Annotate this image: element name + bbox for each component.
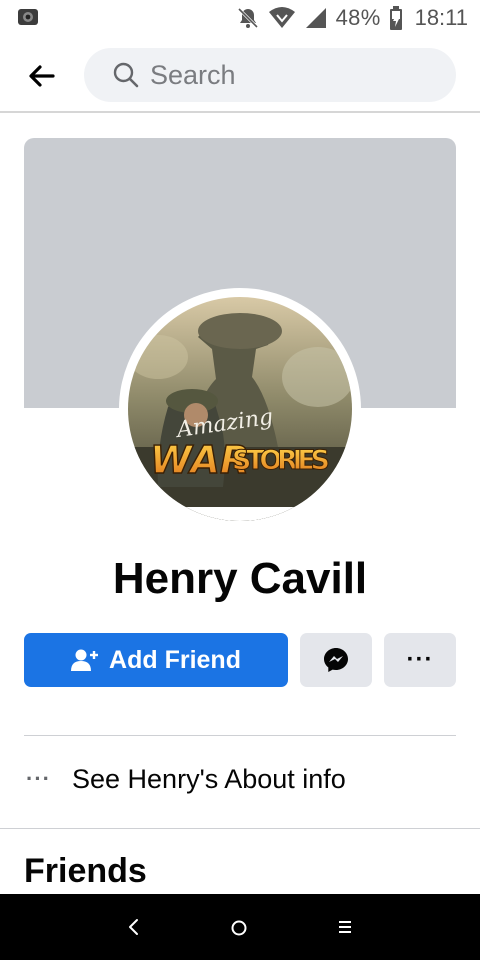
system-recents-icon[interactable]	[334, 916, 356, 938]
screenshot-app-icon	[18, 9, 38, 25]
divider	[24, 735, 456, 736]
system-home-icon[interactable]	[228, 917, 250, 939]
clock: 18:11	[414, 5, 468, 30]
profile-photo[interactable]: Amazing WAR STORIES	[119, 288, 361, 530]
cellular-signal-icon	[305, 8, 326, 28]
status-bar: 48% 18:11	[0, 0, 480, 38]
section-divider	[0, 828, 480, 829]
about-info-label: See Henry's About info	[72, 764, 346, 794]
friends-heading: Friends	[24, 852, 147, 890]
add-friend-label: Add Friend	[109, 645, 241, 674]
avatar: Amazing WAR STORIES	[128, 297, 352, 521]
message-button[interactable]	[300, 633, 372, 687]
more-dots-icon: ···	[26, 766, 51, 791]
battery-percent: 48%	[335, 5, 381, 30]
about-info-row[interactable]: ··· See Henry's About info	[0, 752, 480, 812]
battery-charging-icon	[389, 6, 402, 30]
top-navigation	[0, 38, 480, 113]
messenger-icon	[324, 648, 348, 672]
more-options-button[interactable]: ···	[384, 633, 456, 687]
more-options-icon: ···	[406, 646, 434, 673]
avatar-text-stories: STORIES	[232, 445, 330, 476]
wifi-icon	[268, 7, 295, 28]
avatar-image: Amazing WAR STORIES	[128, 297, 352, 521]
search-input[interactable]	[150, 48, 440, 102]
system-navigation-bar	[0, 894, 480, 960]
search-icon	[113, 62, 139, 88]
back-button[interactable]	[22, 56, 62, 96]
add-friend-icon	[71, 649, 99, 671]
add-friend-button[interactable]: Add Friend	[24, 633, 288, 687]
system-back-icon[interactable]	[122, 914, 146, 940]
search-box[interactable]	[84, 48, 456, 102]
arrow-left-icon	[29, 65, 55, 87]
profile-name: Henry Cavill	[112, 554, 368, 603]
notifications-off-icon	[237, 7, 258, 29]
